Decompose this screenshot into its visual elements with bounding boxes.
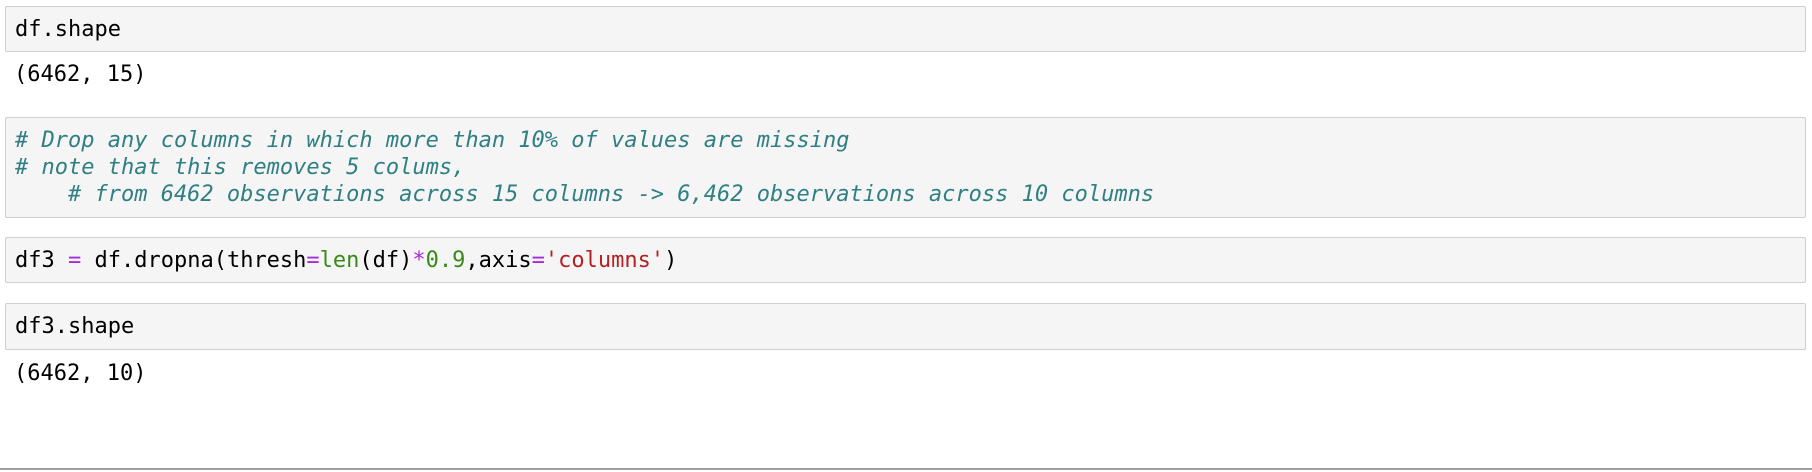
code-cell-df3-shape[interactable]: df3.shape	[5, 303, 1806, 350]
code-cell-df-shape[interactable]: df.shape	[5, 6, 1806, 52]
multiply-operator: *	[412, 248, 426, 273]
builtin-len-token: len	[319, 248, 360, 273]
code-cell-dropna[interactable]: df3 = df.dropna(thresh=len(df)*0.9,axis=…	[5, 237, 1806, 283]
axis-keyword-token: ,axis	[465, 248, 532, 273]
code-line: df3.shape	[15, 314, 135, 339]
code-cell-comment[interactable]: # Drop any columns in which more than 10…	[5, 117, 1806, 218]
keyword-equals: =	[531, 248, 545, 273]
cell-output-df-shape: (6462, 15)	[14, 62, 147, 87]
assign-operator: =	[68, 248, 82, 273]
keyword-equals: =	[306, 248, 320, 273]
comment-line: # from 6462 observations across 15 colum…	[15, 182, 1155, 207]
number-literal: 0.9	[425, 248, 466, 273]
cell-output-df3-shape: (6462, 10)	[14, 361, 147, 386]
method-call-token: df.dropna(thresh	[94, 248, 307, 273]
code-line: df3 = df.dropna(thresh=len(df)*0.9,axis=…	[15, 245, 1805, 276]
notebook-area: df.shape (6462, 15) # Drop any columns i…	[0, 0, 1812, 472]
code-line: df.shape	[15, 17, 121, 42]
divider	[0, 468, 1812, 470]
variable-token: df3	[15, 248, 55, 273]
close-paren-token: )	[664, 248, 678, 273]
len-argument-token: (df)	[359, 248, 413, 273]
string-literal: 'columns'	[544, 248, 665, 273]
